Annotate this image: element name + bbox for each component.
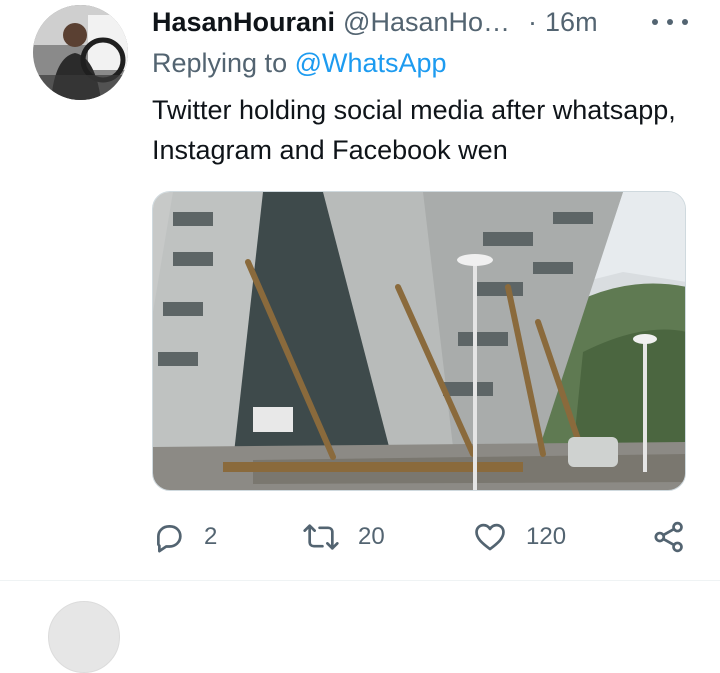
share-button[interactable] [652, 517, 686, 557]
retweet-button[interactable]: 20 [302, 517, 385, 557]
more-icon[interactable] [652, 12, 688, 32]
tweet-header: HasanHourani @HasanHo… · 16m [152, 4, 598, 40]
reply-button[interactable]: 2 [152, 517, 217, 557]
display-name[interactable]: HasanHourani [152, 7, 335, 38]
like-icon [475, 523, 505, 551]
like-button[interactable]: 120 [472, 517, 566, 557]
retweet-count: 20 [358, 523, 385, 550]
reply-icon [157, 525, 182, 553]
timestamp[interactable]: 16m [545, 7, 598, 38]
retweet-icon [303, 524, 339, 550]
tweet-divider [0, 580, 720, 581]
tweet-actions: 2 20 120 [152, 517, 692, 557]
tweet-text: Twitter holding social media after whats… [152, 95, 676, 165]
share-icon [654, 521, 683, 553]
mention-link[interactable]: @WhatsApp [295, 48, 447, 78]
handle[interactable]: @HasanHo… [343, 7, 510, 38]
tweet-media-image[interactable] [152, 191, 686, 491]
avatar[interactable] [33, 5, 128, 100]
next-tweet-avatar[interactable] [48, 601, 120, 673]
like-count: 120 [526, 523, 567, 550]
reply-count: 2 [204, 523, 218, 550]
replying-to: Replying to @WhatsApp [152, 48, 447, 79]
separator-dot: · [528, 6, 538, 37]
replying-prefix: Replying to [152, 48, 288, 78]
